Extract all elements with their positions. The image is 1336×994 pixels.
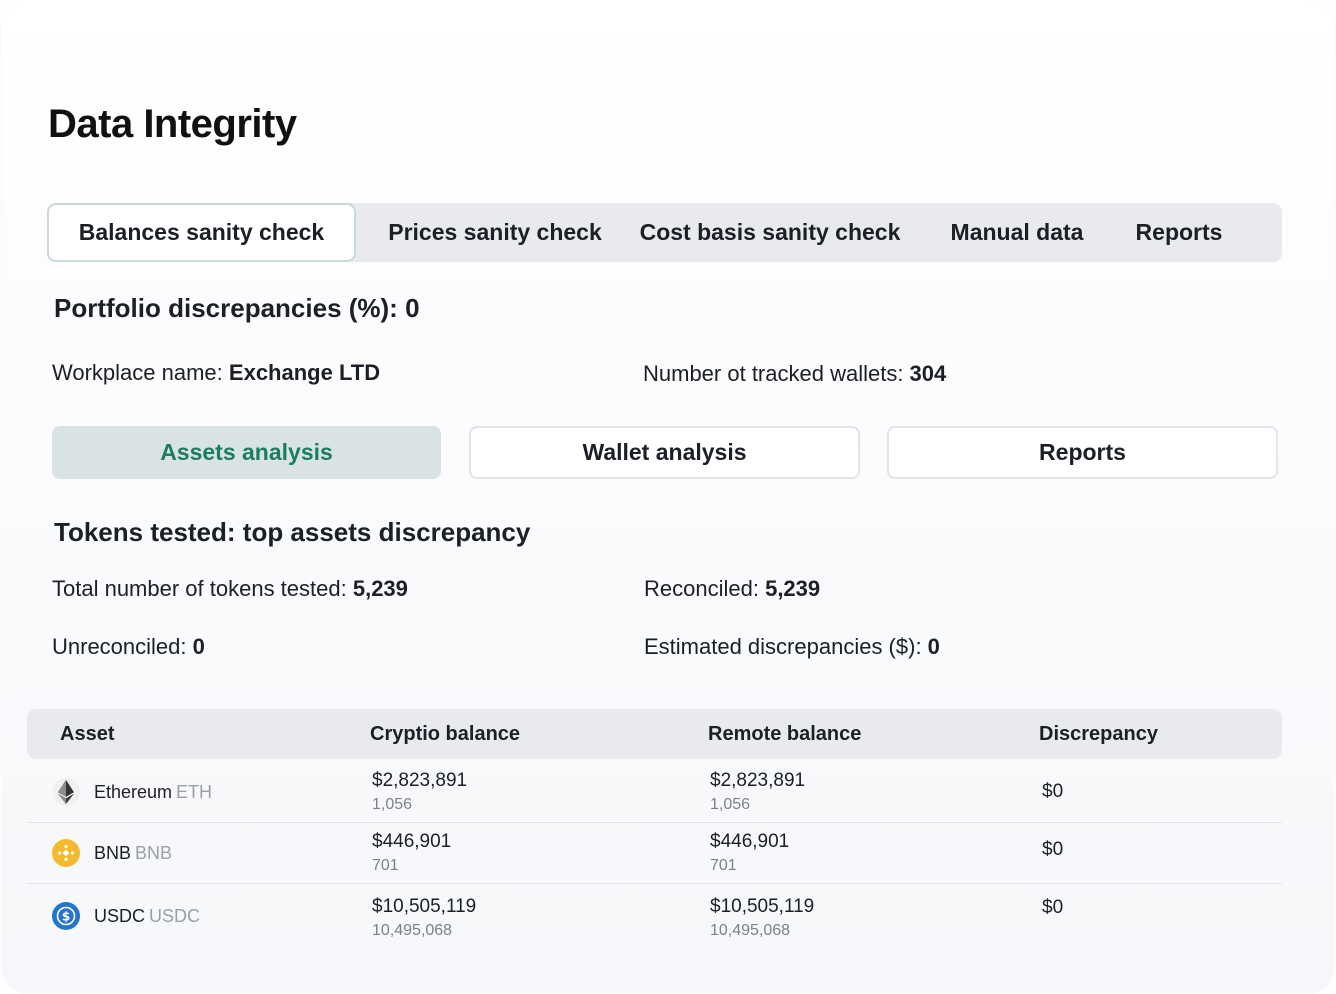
column-header-asset[interactable]: Asset [60, 709, 114, 759]
workplace-name: Workplace name: Exchange LTD [52, 360, 380, 386]
total-tokens-label: Total number of tokens tested: [52, 576, 353, 601]
tab-cost-basis-sanity-check[interactable]: Cost basis sanity check [634, 203, 906, 262]
column-header-discrepancy[interactable]: Discrepancy [1039, 709, 1158, 759]
tab-manual-data[interactable]: Manual data [934, 203, 1100, 262]
asset-cell: BNB BNB [52, 823, 172, 883]
asset-name: Ethereum [94, 781, 173, 802]
svg-text:$: $ [62, 910, 70, 924]
cryptio-balance-quantity: 701 [372, 857, 399, 874]
wallets-label: Number ot tracked wallets: [643, 361, 910, 386]
subtab-assets-analysis[interactable]: Assets analysis [52, 426, 441, 479]
cryptio-balance-value: $446,901 [372, 831, 452, 852]
asset-symbol: ETH [176, 781, 213, 802]
estimated-label: Estimated discrepancies ($): [644, 634, 928, 659]
remote-balance-cell: $446,901 701 [710, 831, 789, 875]
cryptio-balance-quantity: 1,056 [372, 796, 413, 813]
discrepancy-cell: $0 [1042, 897, 1064, 918]
subtab-wallet-analysis[interactable]: Wallet analysis [469, 426, 860, 479]
data-integrity-card: Data Integrity Balances sanity check Pri… [2, 0, 1334, 992]
tab-balances-sanity-check[interactable]: Balances sanity check [47, 203, 356, 262]
remote-balance-quantity: 701 [710, 857, 737, 874]
cryptio-balance-value: $10,505,119 [372, 896, 477, 917]
asset-symbol: USDC [149, 905, 201, 926]
asset-name: USDC [94, 905, 146, 926]
asset-cell: Ethereum ETH [52, 762, 212, 822]
unreconciled: Unreconciled: 0 [52, 634, 205, 660]
reconciled: Reconciled: 5,239 [644, 576, 820, 602]
workplace-label: Workplace name: [52, 360, 229, 385]
page-title: Data Integrity [48, 102, 297, 146]
estimated-value: 0 [927, 634, 940, 659]
workplace-value: Exchange LTD [228, 360, 381, 385]
unreconciled-value: 0 [192, 634, 205, 659]
total-tokens-value: 5,239 [352, 576, 408, 601]
ethereum-icon [52, 778, 80, 806]
portfolio-discrepancies-heading: Portfolio discrepancies (%): 0 [54, 293, 420, 323]
cryptio-balance-cell: $2,823,891 1,056 [372, 770, 467, 814]
table-row[interactable]: BNB BNB $446,901 701 $446,901 701 $0 [27, 823, 1282, 884]
cryptio-balance-cell: $446,901 701 [372, 831, 451, 875]
tokens-tested-heading: Tokens tested: top assets discrepancy [54, 517, 531, 547]
remote-balance-value: $10,505,119 [710, 896, 815, 917]
tab-prices-sanity-check[interactable]: Prices sanity check [367, 203, 623, 262]
cryptio-balance-value: $2,823,891 [372, 770, 468, 791]
remote-balance-quantity: 1,056 [710, 796, 751, 813]
tab-bar: Balances sanity check Prices sanity chec… [47, 203, 1282, 262]
total-tokens-tested: Total number of tokens tested: 5,239 [52, 576, 408, 602]
table-row[interactable]: Ethereum ETH $2,823,891 1,056 $2,823,891 … [27, 762, 1282, 823]
tab-reports[interactable]: Reports [1120, 203, 1238, 262]
remote-balance-cell: $2,823,891 1,056 [710, 770, 805, 814]
subtab-reports[interactable]: Reports [887, 426, 1278, 479]
table-row[interactable]: $ USDC USDC $10,505,119 10,495,068 $10,50… [27, 884, 1282, 948]
table-header: Asset Cryptio balance Remote balance Dis… [27, 709, 1282, 759]
asset-cell: $ USDC USDC [52, 884, 200, 948]
wallets-value: 304 [909, 361, 947, 386]
column-header-remote-balance[interactable]: Remote balance [708, 709, 861, 759]
column-header-cryptio-balance[interactable]: Cryptio balance [370, 709, 520, 759]
cryptio-balance-cell: $10,505,119 10,495,068 [372, 896, 476, 940]
remote-balance-quantity: 10,495,068 [710, 922, 791, 939]
estimated-discrepancies: Estimated discrepancies ($): 0 [644, 634, 940, 660]
remote-balance-value: $446,901 [710, 831, 790, 852]
unreconciled-label: Unreconciled: [52, 634, 193, 659]
bnb-icon [52, 839, 80, 867]
reconciled-label: Reconciled: [644, 576, 766, 601]
discrepancy-cell: $0 [1042, 781, 1064, 802]
tracked-wallets: Number ot tracked wallets: 304 [643, 361, 946, 387]
reconciled-value: 5,239 [765, 576, 821, 601]
remote-balance-cell: $10,505,119 10,495,068 [710, 896, 814, 940]
asset-name: BNB [94, 842, 132, 863]
cryptio-balance-quantity: 10,495,068 [372, 922, 453, 939]
discrepancy-cell: $0 [1042, 839, 1064, 860]
remote-balance-value: $2,823,891 [710, 770, 806, 791]
asset-symbol: BNB [135, 842, 173, 863]
usdc-icon: $ [52, 902, 80, 930]
